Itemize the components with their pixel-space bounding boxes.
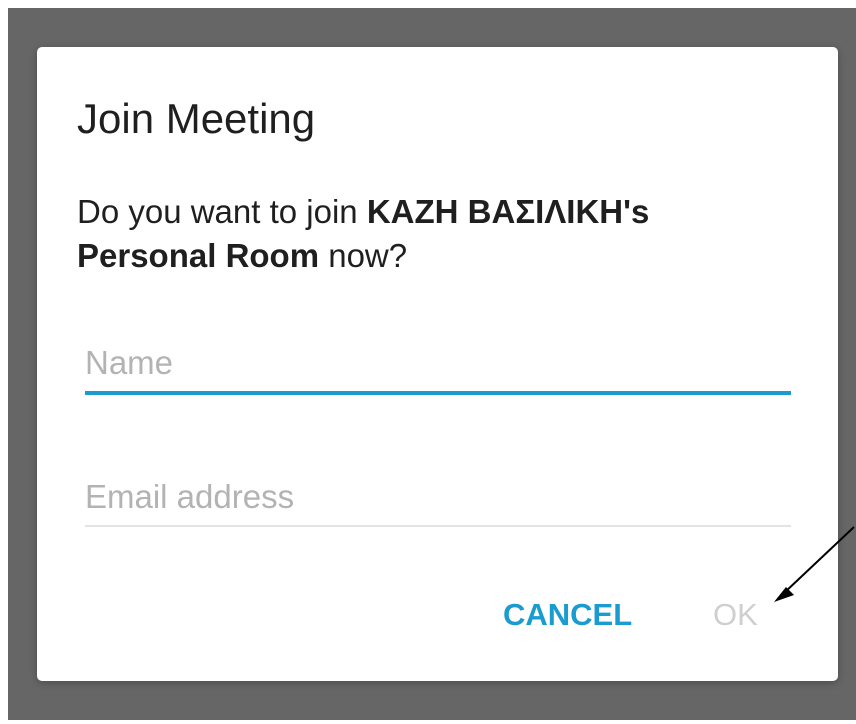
name-input-underline	[85, 391, 791, 395]
ok-button[interactable]: OK	[713, 593, 758, 637]
email-input-underline	[85, 525, 791, 527]
annotation-arrow-icon	[774, 526, 855, 602]
cancel-button[interactable]: CANCEL	[503, 593, 632, 637]
email-field-container	[85, 469, 791, 525]
name-input[interactable]	[85, 335, 791, 391]
name-field-container	[85, 335, 791, 391]
email-input[interactable]	[85, 469, 791, 525]
message-prefix: Do you want to join	[77, 193, 367, 230]
message-suffix: now?	[319, 237, 408, 274]
dialog-title: Join Meeting	[77, 95, 316, 142]
join-meeting-dialog: Join Meeting Do you want to join ΚΑΖΗ ΒΑ…	[37, 47, 838, 681]
dialog-message: Do you want to join ΚΑΖΗ ΒΑΣΙΛΙΚΗ's Pers…	[77, 190, 777, 278]
